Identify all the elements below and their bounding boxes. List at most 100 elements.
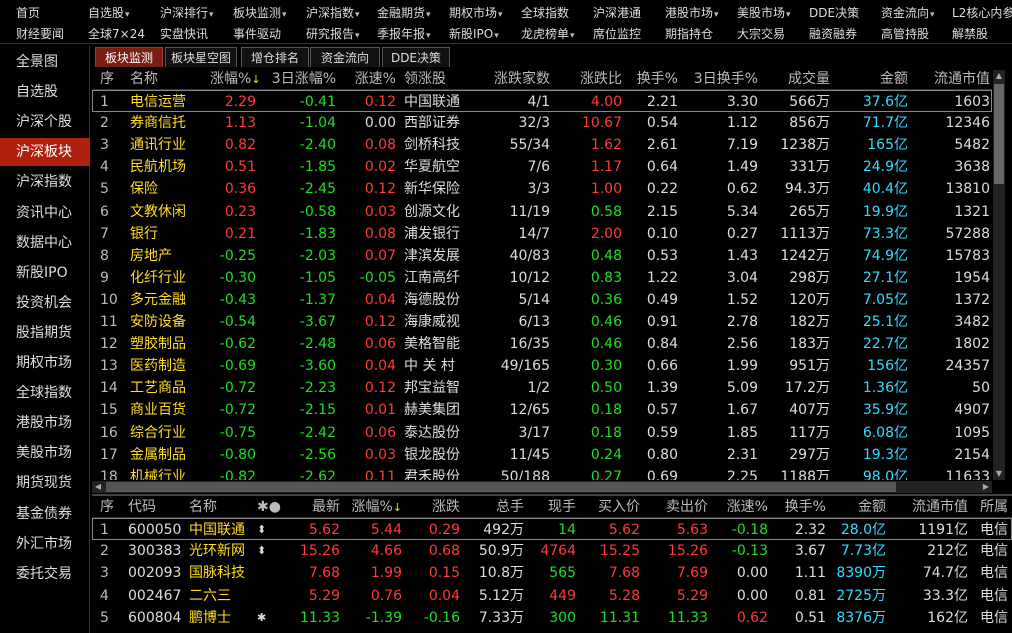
column-header[interactable]: 名称 xyxy=(189,496,259,518)
sidebar-item[interactable]: 自选股 xyxy=(0,78,90,106)
top-menu-item[interactable]: 沪深指数 xyxy=(306,2,360,24)
sidebar-item[interactable]: 沪深指数 xyxy=(0,168,90,196)
column-header[interactable]: 序 xyxy=(100,68,122,90)
column-header[interactable]: ✱● xyxy=(257,496,293,518)
column-header[interactable]: 涨速% xyxy=(342,68,396,90)
column-header[interactable]: 最新 xyxy=(292,496,340,518)
sidebar-item[interactable]: 期权市场 xyxy=(0,349,90,377)
column-header[interactable]: 涨跌比 xyxy=(552,68,622,90)
top-menu-item[interactable]: 首页 xyxy=(16,2,40,24)
column-header[interactable]: 换手% xyxy=(772,496,826,518)
sidebar-item[interactable]: 全景图 xyxy=(0,48,90,76)
sidebar-item[interactable]: 全球指数 xyxy=(0,379,90,407)
scroll-left-arrow-icon[interactable]: ◀ xyxy=(92,481,104,493)
table-row[interactable]: 18 机械行业 -0.82 -2.62 0.11 君禾股份 50/188 0.27 0.69 2.… xyxy=(92,466,992,480)
top-menu-item[interactable]: 研究报告 xyxy=(306,23,360,45)
top-menu-item[interactable]: 融资融券 xyxy=(809,23,857,45)
table-row[interactable]: 3 002093 国脉科技 7.68 1.99 0.15 10.8万 565 7.68 7.69 0… xyxy=(92,562,1012,584)
tab[interactable]: 资金流向 xyxy=(310,47,380,67)
column-header[interactable]: 涨跌 xyxy=(408,496,460,518)
top-menu-item[interactable]: 新股IPO xyxy=(449,23,499,45)
top-menu-item[interactable]: 财经要闻 xyxy=(16,23,64,45)
top-menu-item[interactable]: 板块监测 xyxy=(233,2,287,24)
sidebar-item[interactable]: 沪深个股 xyxy=(0,108,90,136)
top-menu-item[interactable]: 港股市场 xyxy=(665,2,719,24)
table-row[interactable]: 3 通讯行业 0.82 -2.40 0.08 剑桥科技 55/34 1.62 2.61 7.19 1… xyxy=(92,134,992,156)
sidebar-item[interactable]: 港股市场 xyxy=(0,409,90,437)
column-header[interactable]: 卖出价 xyxy=(648,496,708,518)
column-header[interactable]: 流通市值 xyxy=(912,68,990,90)
top-menu-item[interactable]: 高管持股 xyxy=(881,23,929,45)
column-header[interactable]: 金额 xyxy=(828,496,886,518)
sidebar-item[interactable]: 数据中心 xyxy=(0,229,90,257)
column-header[interactable]: 总手 xyxy=(464,496,524,518)
column-header[interactable]: 名称 xyxy=(130,68,210,90)
column-header[interactable]: 现手 xyxy=(528,496,576,518)
column-header[interactable]: 金额 xyxy=(832,68,908,90)
top-menu-item[interactable]: 美股市场 xyxy=(737,2,791,24)
sidebar-item[interactable]: 美股市场 xyxy=(0,439,90,467)
column-header[interactable]: 代码 xyxy=(128,496,188,518)
table-row[interactable]: 6 文教休闲 0.23 -0.58 0.03 创源文化 11/19 0.58 2.15 5.34 2… xyxy=(92,201,992,223)
column-header[interactable]: 序 xyxy=(100,496,122,518)
column-header[interactable]: 买入价 xyxy=(582,496,640,518)
sector-table-vscroll[interactable]: ▲ ▼ xyxy=(993,70,1005,480)
table-row[interactable]: 7 银行 0.21 -1.83 0.08 浦发银行 14/7 2.00 0.10 0.27 1113… xyxy=(92,223,992,245)
sidebar-item[interactable]: 股指期货 xyxy=(0,319,90,347)
top-menu-item[interactable]: 全球指数 xyxy=(521,2,569,24)
top-menu-item[interactable]: 期权市场 xyxy=(449,2,503,24)
table-row[interactable]: 9 化纤行业 -0.30 -1.05 -0.05 江南高纤 10/12 0.83 1.22 3.0… xyxy=(92,267,992,289)
table-row[interactable]: 4 民航机场 0.51 -1.85 0.02 华夏航空 7/6 1.17 0.64 1.49 331… xyxy=(92,156,992,178)
top-menu-item[interactable]: 龙虎榜单 xyxy=(521,23,575,45)
column-header[interactable]: 涨幅%↓ xyxy=(344,496,402,518)
table-row[interactable]: 15 商业百货 -0.72 -2.15 0.01 赫美集团 12/65 0.18 0.57 1.6… xyxy=(92,399,992,421)
scroll-down-arrow-icon[interactable]: ▼ xyxy=(993,468,1005,480)
top-menu-item[interactable]: 金融期货 xyxy=(377,2,431,24)
table-row[interactable]: 10 多元金融 -0.43 -1.37 0.04 海德股份 5/14 0.36 0.49 1.52… xyxy=(92,289,992,311)
table-row[interactable]: 2 300383 光环新网 ⬍ 15.26 4.66 0.68 50.9万 4764 15.25 1… xyxy=(92,540,1012,562)
sidebar-item[interactable]: 新股IPO xyxy=(0,259,90,287)
top-menu-item[interactable]: 解禁股 xyxy=(952,23,988,45)
top-menu-item[interactable]: 实盘快讯 xyxy=(160,23,208,45)
table-row[interactable]: 13 医药制造 -0.69 -3.60 0.04 中 关 村 49/165 0.30 0.66 1… xyxy=(92,355,992,377)
scroll-up-arrow-icon[interactable]: ▲ xyxy=(993,70,1005,82)
sidebar-item[interactable]: 外汇市场 xyxy=(0,530,90,558)
top-menu-item[interactable]: L2核心内参 xyxy=(952,2,1012,24)
table-row[interactable]: 5 保险 0.36 -2.45 0.12 新华保险 3/3 1.00 0.22 0.62 94.3万… xyxy=(92,178,992,200)
table-row[interactable]: 12 塑胶制品 -0.62 -2.48 0.06 美格智能 16/35 0.46 0.84 2.5… xyxy=(92,333,992,355)
tab[interactable]: DDE决策 xyxy=(382,47,450,67)
column-header[interactable]: 涨速% xyxy=(712,496,768,518)
table-row[interactable]: 2 券商信托 1.13 -1.04 0.00 西部证券 32/3 10.67 0.54 1.12 8… xyxy=(92,112,992,134)
sidebar-item[interactable]: 基金债券 xyxy=(0,500,90,528)
top-menu-item[interactable]: 自选股 xyxy=(88,2,130,24)
top-menu-item[interactable]: 事件驱动 xyxy=(233,23,281,45)
hscroll-thumb[interactable] xyxy=(106,482,896,492)
table-row[interactable]: 8 房地产 -0.25 -2.03 0.07 津滨发展 40/83 0.48 0.53 1.43 1… xyxy=(92,245,992,267)
column-header[interactable]: 流通市值 xyxy=(890,496,968,518)
column-header[interactable]: 涨幅%↓ xyxy=(210,68,261,90)
column-header[interactable]: 成交量 xyxy=(760,68,830,90)
sidebar-item[interactable]: 期货现货 xyxy=(0,469,90,497)
top-menu-item[interactable]: 全球7×24 xyxy=(88,23,145,45)
column-header[interactable]: 3日涨幅% xyxy=(262,68,336,90)
table-row[interactable]: 11 安防设备 -0.54 -3.67 0.12 海康威视 6/13 0.46 0.91 2.78… xyxy=(92,311,992,333)
top-menu-item[interactable]: DDE决策 xyxy=(809,2,859,24)
top-menu-item[interactable]: 沪深排行 xyxy=(160,2,214,24)
sidebar-item[interactable]: 投资机会 xyxy=(0,289,90,317)
column-header[interactable]: 换手% xyxy=(624,68,678,90)
top-menu-item[interactable]: 席位监控 xyxy=(593,23,641,45)
table-row[interactable]: 5 600804 鹏博士 ✱ 11.33 -1.39 -0.16 7.33万 300 11.31 1… xyxy=(92,607,1012,629)
top-menu-item[interactable]: 沪深港通 xyxy=(593,2,641,24)
tab[interactable]: 板块监测 xyxy=(95,47,163,67)
sector-table-hscroll[interactable]: ◀ ▶ xyxy=(92,481,992,493)
scroll-thumb[interactable] xyxy=(994,84,1004,184)
table-row[interactable]: 1 电信运营 2.29 -0.41 0.12 中国联通 4/1 4.00 2.21 3.30 566… xyxy=(92,90,992,112)
sidebar-item[interactable]: 委托交易 xyxy=(0,560,90,588)
column-header[interactable]: 涨跌家数 xyxy=(484,68,550,90)
column-header[interactable]: 3日换手% xyxy=(680,68,758,90)
tab[interactable]: 板块星空图 xyxy=(165,47,237,67)
table-row[interactable]: 17 金属制品 -0.80 -2.56 0.03 银龙股份 11/45 0.24 0.80 2.3… xyxy=(92,444,992,466)
top-menu-item[interactable]: 季报年报 xyxy=(377,23,431,45)
table-row[interactable]: 4 002467 二六三 5.29 0.76 0.04 5.12万 449 5.28 5.29 0.… xyxy=(92,585,1012,607)
top-menu-item[interactable]: 大宗交易 xyxy=(737,23,785,45)
